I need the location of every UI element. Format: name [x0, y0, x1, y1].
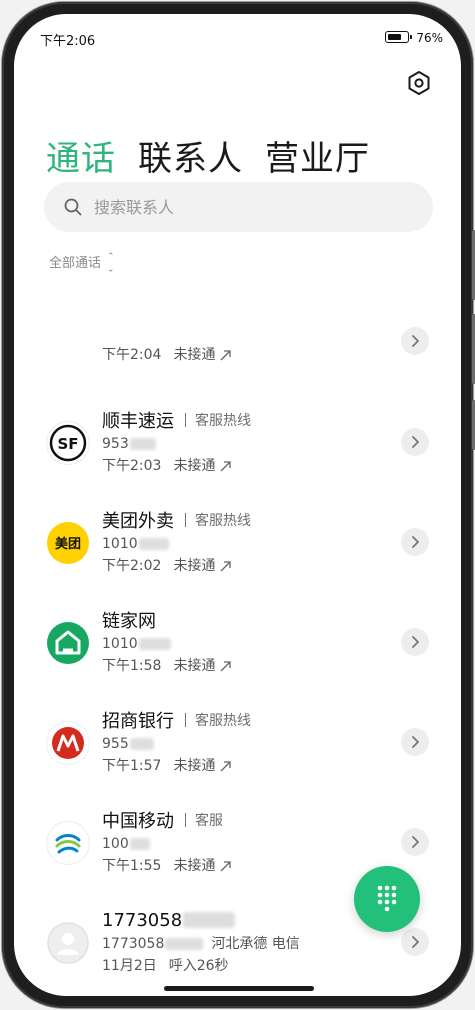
call-detail-button[interactable]	[401, 528, 429, 556]
call-detail-button[interactable]	[401, 628, 429, 656]
call-name: 1773058	[102, 909, 183, 931]
call-row[interactable]: SF 顺丰速运 客服热线 953 下午2:03 未接通	[14, 404, 461, 504]
separator	[185, 413, 186, 427]
settings-hexagon-icon	[408, 71, 430, 95]
call-meta: 下午1:58 未接通	[102, 655, 232, 677]
search-icon	[64, 198, 82, 216]
svg-text:美团: 美团	[55, 536, 81, 552]
cmb-logo	[47, 722, 89, 764]
status-bar: 下午2:06 76%	[14, 14, 461, 62]
call-meta: 11月2日 呼入26秒	[102, 955, 300, 977]
call-time: 11月2日	[102, 958, 157, 974]
call-meta: 下午2:04 未接通	[102, 344, 232, 366]
call-row[interactable]: 美团 美团外卖 客服热线 1010 下午2:02 未接通	[14, 504, 461, 604]
call-number: 955	[102, 733, 251, 755]
call-time: 下午2:04	[102, 347, 162, 363]
call-name: 招商银行	[102, 711, 174, 732]
meituan-logo: 美团	[47, 522, 89, 564]
call-status: 呼入26秒	[168, 958, 229, 974]
lianjia-logo	[47, 622, 89, 664]
outgoing-call-icon	[220, 560, 232, 571]
call-meta: 下午2:02 未接通	[102, 555, 251, 577]
chevron-right-icon	[412, 836, 419, 848]
outgoing-call-icon	[220, 860, 232, 871]
battery-fill	[387, 33, 402, 40]
call-status: 未接通	[173, 758, 216, 774]
search-input[interactable]	[94, 182, 414, 232]
call-number: 1773058 河北承德 电信	[102, 933, 300, 955]
chevron-right-icon	[412, 536, 419, 548]
call-time: 下午1:57	[102, 758, 162, 774]
call-location: 河北承德 电信	[211, 936, 300, 952]
call-tag: 客服热线	[195, 413, 251, 429]
tab-service-hall[interactable]: 营业厅	[265, 131, 370, 180]
call-row[interactable]: 招商银行 客服热线 955 下午1:57 未接通	[14, 704, 461, 804]
default-person-avatar	[47, 922, 89, 964]
call-time: 下午1:58	[102, 658, 162, 674]
call-name: 中国移动	[102, 811, 174, 832]
outgoing-call-icon	[220, 460, 232, 471]
tab-bar: 通话 联系人 营业厅	[46, 131, 392, 180]
chevron-right-icon	[412, 436, 419, 448]
chevron-right-icon	[412, 936, 419, 948]
tab-contacts[interactable]: 联系人	[138, 131, 243, 180]
call-tag: 客服热线	[195, 513, 251, 529]
separator	[185, 713, 186, 727]
status-time: 下午2:06	[40, 34, 96, 49]
call-name: 美团外卖	[102, 511, 174, 532]
call-meta: 下午1:57 未接通	[102, 755, 251, 777]
call-time: 下午2:03	[102, 458, 162, 474]
call-meta: 下午2:03 未接通	[102, 455, 251, 477]
outgoing-call-icon	[220, 660, 232, 671]
svg-text:SF: SF	[57, 435, 78, 453]
call-status: 未接通	[173, 858, 216, 874]
call-number: 1010	[102, 633, 231, 655]
call-status: 未接通	[173, 458, 216, 474]
call-status: 未接通	[173, 347, 216, 363]
call-number: 100	[102, 833, 231, 855]
call-filter-label: 全部通话	[49, 256, 102, 271]
screen: 下午2:06 76% 通话 联系人 营业厅 搜索联系人 全部通话 ⌃ ⌃ 下午2…	[14, 14, 461, 996]
call-name: 顺丰速运	[102, 411, 174, 432]
battery-percent: 76%	[416, 31, 443, 45]
call-time: 下午2:02	[102, 558, 162, 574]
call-filter-dropdown[interactable]: 全部通话 ⌃ ⌃	[49, 251, 115, 272]
battery-icon	[385, 31, 412, 43]
call-time: 下午1:55	[102, 858, 162, 874]
call-row[interactable]: 链家网 1010 下午1:58 未接通	[14, 604, 461, 704]
call-number: 1010	[102, 533, 251, 555]
phone-frame: 下午2:06 76% 通话 联系人 营业厅 搜索联系人 全部通话 ⌃ ⌃ 下午2…	[2, 2, 475, 1008]
separator	[185, 813, 186, 827]
settings-button[interactable]	[406, 70, 432, 96]
chevron-right-icon	[412, 736, 419, 748]
chevron-right-icon	[412, 335, 419, 347]
dialpad-button[interactable]	[354, 866, 420, 932]
call-meta: 下午1:55 未接通	[102, 855, 232, 877]
call-tag: 客服	[195, 813, 223, 829]
call-detail-button[interactable]	[401, 327, 429, 355]
tab-calls[interactable]: 通话	[46, 131, 116, 180]
call-status: 未接通	[173, 658, 216, 674]
sf-express-logo: SF	[47, 422, 89, 464]
call-detail-button[interactable]	[401, 828, 429, 856]
call-row[interactable]: 下午2:04 未接通	[14, 304, 461, 404]
outgoing-call-icon	[220, 760, 232, 771]
outgoing-call-icon	[220, 349, 232, 360]
call-detail-button[interactable]	[401, 428, 429, 456]
call-number: 953	[102, 433, 251, 455]
chevron-right-icon	[412, 636, 419, 648]
china-mobile-logo	[47, 822, 89, 864]
home-indicator[interactable]	[164, 986, 314, 991]
call-detail-button[interactable]	[401, 728, 429, 756]
separator	[185, 513, 186, 527]
search-box[interactable]	[44, 182, 433, 232]
dialpad-icon	[377, 885, 397, 912]
call-detail-button[interactable]	[401, 928, 429, 956]
sort-caret-icon: ⌃ ⌃	[107, 251, 115, 272]
call-name: 链家网	[102, 611, 156, 632]
call-status: 未接通	[173, 558, 216, 574]
call-tag: 客服热线	[195, 713, 251, 729]
